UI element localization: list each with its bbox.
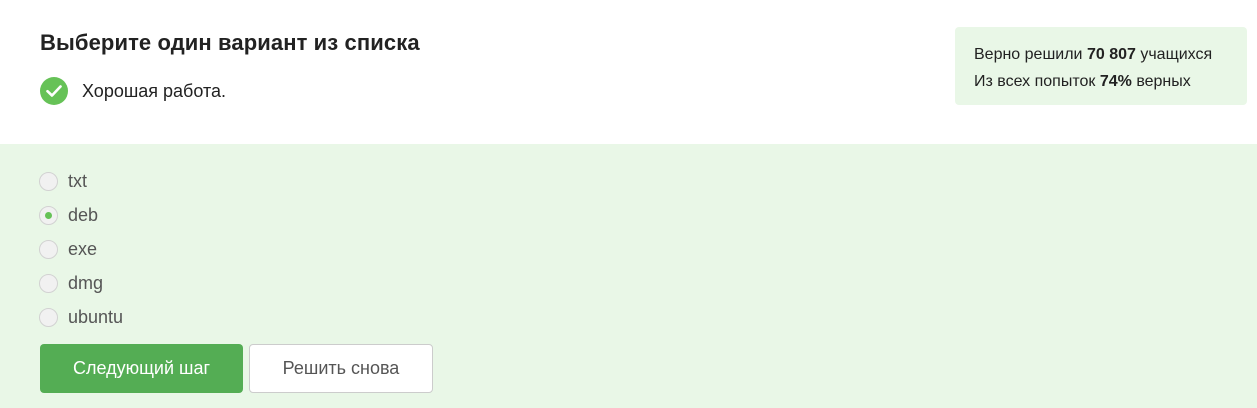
answer-option-dmg[interactable]: dmg — [39, 266, 123, 300]
answer-option-txt[interactable]: txt — [39, 164, 123, 198]
radio-button[interactable] — [39, 273, 58, 293]
solved-stat: Верно решили 70 807 учащихся — [974, 41, 1229, 68]
solved-prefix: Верно решили — [974, 46, 1083, 63]
option-label: exe — [68, 238, 98, 259]
answer-option-ubuntu[interactable]: ubuntu — [39, 300, 123, 334]
feedback-text: Хорошая работа. — [82, 80, 227, 101]
question-title: Выберите один вариант из списка — [40, 30, 420, 55]
feedback-message: Хорошая работа. — [40, 77, 226, 105]
answer-option-exe[interactable]: exe — [39, 232, 123, 266]
attempts-suffix: верных — [1136, 73, 1191, 90]
radio-button[interactable] — [39, 239, 58, 259]
action-buttons: Следующий шаг Решить снова — [40, 344, 433, 393]
quiz-step: Выберите один вариант из списка Хорошая … — [0, 0, 1257, 408]
attempts-percent: 74% — [1099, 73, 1132, 90]
attempts-prefix: Из всех попыток — [974, 73, 1096, 90]
option-label: ubuntu — [68, 306, 124, 327]
check-icon — [40, 77, 68, 105]
option-label: dmg — [68, 272, 104, 293]
option-label: txt — [68, 170, 88, 191]
retry-button[interactable]: Решить снова — [249, 344, 433, 393]
answer-option-deb[interactable]: deb — [39, 198, 123, 232]
quiz-header: Выберите один вариант из списка Хорошая … — [0, 0, 1257, 144]
answer-options: txt deb exe dmg ubuntu — [39, 164, 123, 334]
statistics-panel: Верно решили 70 807 учащихся Из всех поп… — [955, 27, 1247, 105]
answer-area: txt deb exe dmg ubuntu Следующий шаг Реш… — [0, 144, 1257, 408]
radio-button[interactable] — [39, 171, 58, 191]
attempts-stat: Из всех попыток 74% верных — [974, 68, 1229, 95]
option-label: deb — [68, 204, 99, 225]
radio-button[interactable] — [39, 205, 58, 225]
radio-button[interactable] — [39, 307, 58, 327]
next-step-button[interactable]: Следующий шаг — [40, 344, 243, 393]
solved-count: 70 807 — [1086, 46, 1136, 63]
solved-suffix: учащихся — [1140, 46, 1213, 63]
